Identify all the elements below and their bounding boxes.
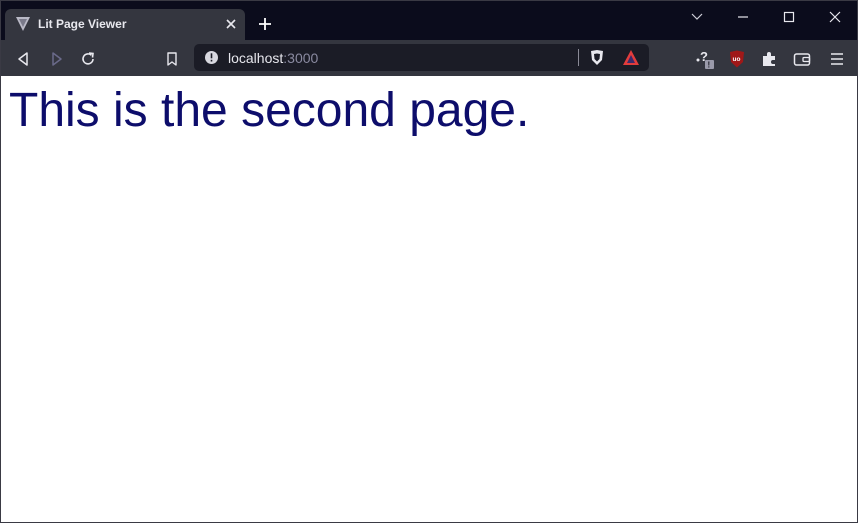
url-port: :3000 — [283, 50, 319, 66]
help-extension-icon[interactable]: ? ! — [695, 49, 715, 70]
brave-shield-icon[interactable] — [589, 49, 605, 66]
address-bar-divider — [578, 49, 579, 66]
new-tab-icon[interactable] — [257, 16, 273, 32]
svg-text:!: ! — [708, 61, 711, 70]
tab-lit-page-viewer[interactable]: Lit Page Viewer — [5, 9, 245, 40]
forward-icon[interactable] — [47, 50, 65, 68]
tab-search-chevron-icon[interactable] — [689, 9, 705, 25]
close-window-icon[interactable] — [827, 9, 843, 25]
tab-title: Lit Page Viewer — [38, 17, 127, 31]
maximize-icon[interactable] — [781, 9, 797, 25]
url-text: localhost:3000 — [228, 50, 318, 66]
minimize-icon[interactable] — [735, 9, 751, 25]
site-info-icon[interactable] — [204, 50, 219, 65]
bookmark-icon[interactable] — [163, 50, 181, 68]
menu-icon[interactable] — [827, 49, 847, 69]
browser-toolbar: localhost:3000 ? ! uo — [1, 40, 857, 76]
close-tab-icon[interactable] — [223, 16, 239, 32]
tab-strip: Lit Page Viewer — [1, 1, 857, 40]
address-bar[interactable]: localhost:3000 — [194, 44, 649, 71]
brave-rewards-icon[interactable] — [622, 49, 640, 66]
puzzle-extensions-icon[interactable] — [759, 49, 779, 69]
back-icon[interactable] — [15, 50, 33, 68]
browser-window: Lit Page Viewer localhost:3000 ? ! uo Th… — [0, 0, 858, 523]
wallet-icon[interactable] — [792, 49, 812, 69]
page-content: This is the second page. — [1, 76, 857, 522]
url-host: localhost — [228, 50, 284, 66]
ublock-icon[interactable]: uo — [727, 49, 747, 69]
page-heading: This is the second page. — [9, 84, 530, 137]
lit-logo-icon — [15, 16, 31, 32]
svg-text:uo: uo — [733, 56, 741, 63]
reload-icon[interactable] — [79, 50, 97, 68]
